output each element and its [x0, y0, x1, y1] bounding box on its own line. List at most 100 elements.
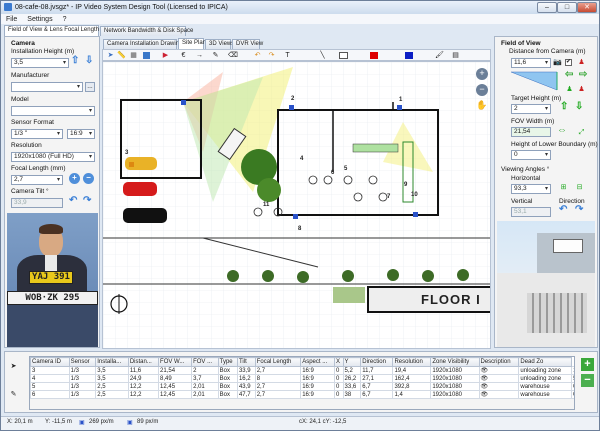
table-cell[interactable]: 1,4 — [392, 390, 432, 399]
camera-marker[interactable] — [289, 105, 294, 110]
table-cell[interactable]: 47,7 — [236, 390, 256, 399]
arrow-down-icon[interactable]: ⇩ — [85, 55, 93, 66]
table-cell[interactable]: 16:9 — [300, 382, 336, 391]
table-cell[interactable]: Box — [217, 382, 238, 391]
target-height-field[interactable]: 2 — [511, 104, 551, 114]
col-tilt[interactable]: Tilt — [236, 357, 256, 367]
table-cell[interactable]: 0,11 — [571, 390, 574, 399]
line-icon[interactable]: ╲ — [318, 51, 327, 60]
table-cell[interactable]: 0 — [334, 374, 344, 383]
table-cell[interactable]: 12,2 — [127, 382, 160, 391]
color-swatch-blue-icon[interactable] — [405, 52, 413, 59]
tab-dvr-view[interactable]: DVR View — [232, 39, 263, 49]
minimize-button[interactable]: – — [537, 2, 557, 13]
table-cell[interactable]: 33,6 — [342, 382, 362, 391]
table-cell[interactable]: 2,7 — [254, 390, 302, 399]
col-description[interactable]: Description — [478, 357, 520, 367]
select-icon[interactable]: ➤ — [106, 51, 115, 60]
table-cell[interactable]: 16:9 — [300, 374, 336, 383]
arrow-up-icon[interactable]: ⇧ — [560, 101, 568, 112]
table-cell[interactable]: 1/3 — [68, 382, 97, 391]
col-x[interactable]: Y — [342, 357, 362, 367]
camera-marker[interactable] — [181, 100, 186, 105]
table-cell[interactable]: 1/3 — [68, 374, 97, 383]
table-cell[interactable]: 1920x1080 — [430, 390, 480, 399]
table-cell[interactable]: 2,01 — [191, 382, 219, 391]
table-cell[interactable]: unloading zone — [518, 366, 573, 375]
arrow-right-icon[interactable]: ⇨ — [579, 69, 587, 80]
color-swatch-red-icon[interactable] — [370, 52, 378, 59]
shape-icon[interactable] — [143, 52, 150, 59]
table-cell[interactable]: 4 — [30, 374, 70, 383]
horizontal-angle-field[interactable]: 93,3 — [511, 184, 551, 194]
menu-help[interactable]: ? — [63, 16, 67, 23]
model-dropdown[interactable] — [11, 106, 95, 116]
tab-camera-installation-drawing[interactable]: Camera Installation Drawing — [103, 39, 182, 49]
table-cell[interactable]: 1/3 — [68, 366, 97, 375]
table-cell[interactable]: 0 — [334, 390, 344, 399]
camera-tilt-field[interactable]: 33,9 — [11, 198, 63, 208]
redo-icon[interactable]: ↷ — [267, 51, 276, 60]
table-cell[interactable]: 38 — [342, 390, 362, 399]
fov-width-field[interactable]: 21,54 — [511, 127, 551, 137]
tab-network-bandwidth[interactable]: Network Bandwidth & Disk Space — [100, 26, 193, 36]
col-distance[interactable]: Distan... — [127, 357, 160, 367]
col-focal-length[interactable]: Focal Length — [254, 357, 302, 367]
ruler-icon[interactable]: 📏 — [117, 51, 126, 60]
table-cell[interactable]: 👁 — [478, 374, 520, 383]
table-cell[interactable]: 👁 — [478, 382, 520, 391]
color-swatch-icon[interactable] — [339, 52, 348, 59]
table-cell[interactable]: 2,7 — [254, 382, 302, 391]
table-cell[interactable]: 3,7 — [191, 374, 219, 383]
table-cell[interactable]: 16:9 — [300, 366, 336, 375]
table-cell[interactable]: 👁 — [478, 366, 520, 375]
expand-grid-icon[interactable]: ⊞ — [559, 183, 568, 192]
arrow-right-icon[interactable]: → — [195, 51, 204, 60]
rotate-left-icon[interactable]: ↶ — [69, 195, 77, 206]
table-cell[interactable]: 162,4 — [392, 374, 432, 383]
eraser-icon[interactable]: ⌫ — [228, 51, 238, 60]
camera-marker[interactable] — [129, 162, 134, 167]
site-plan-canvas[interactable]: 1 2 3 4 5 6 7 8 9 10 11 FLOOR I + − ✋ — [102, 61, 491, 349]
arrow-up-icon[interactable]: ⇧ — [71, 55, 79, 66]
arrow-left-right-icon[interactable]: ⇔ — [557, 125, 567, 136]
table-cell[interactable]: 392,8 — [392, 382, 432, 391]
aspect-ratio-dropdown[interactable]: 16:9 — [67, 129, 95, 139]
install-height-field[interactable]: 3,5 — [11, 58, 69, 68]
tab-3d-views[interactable]: 3D Views — [205, 39, 234, 49]
zoom-out-icon[interactable]: − — [476, 84, 488, 96]
zoom-in-icon[interactable]: + — [476, 68, 488, 80]
table-cell[interactable]: 12,2 — [127, 390, 160, 399]
table-row[interactable]: 3 1/3 3,5 11,6 21,54 2 Box 33,9 2,7 16:9 0 5,2 11,7 1… — [30, 366, 574, 375]
table-cell[interactable]: 6,7 — [360, 382, 394, 391]
table-cell[interactable]: 5,1 — [571, 374, 574, 383]
text-icon[interactable]: T — [283, 51, 292, 60]
table-cell[interactable]: warehouse — [518, 382, 573, 391]
table-cell[interactable]: 33,9 — [236, 366, 256, 375]
arrow-left-icon[interactable]: ⇦ — [565, 69, 573, 80]
table-cell[interactable]: 26,2 — [342, 374, 362, 383]
table-cell[interactable]: 11,7 — [360, 366, 394, 375]
grid-icon[interactable]: ▦ — [129, 51, 138, 60]
table-cell[interactable]: unloading zone — [518, 374, 573, 383]
camera-tool-icon[interactable]: ▶ — [161, 51, 170, 60]
arrow-down-icon[interactable]: ⇩ — [575, 101, 583, 112]
camera-marker[interactable] — [293, 214, 298, 219]
rotate-left-icon[interactable]: ↶ — [559, 204, 567, 215]
maximize-button[interactable]: □ — [557, 2, 577, 13]
table-cell[interactable]: 1,98 — [571, 366, 574, 375]
table-cell[interactable]: 2,5 — [95, 382, 129, 391]
measure-tool-icon[interactable]: ✎ — [9, 390, 18, 399]
table-cell[interactable]: 0 — [334, 382, 344, 391]
undo-icon[interactable]: ↶ — [253, 51, 262, 60]
table-row[interactable]: 6 1/3 2,5 12,2 12,45 2,01 Box 47,7 2,7 16:9 0 38 6,7… — [30, 390, 574, 399]
table-cell[interactable]: 5 — [30, 382, 70, 391]
remove-camera-button[interactable]: − — [581, 374, 594, 387]
tab-site-plan[interactable]: Site Plan — [178, 38, 206, 49]
close-button[interactable]: ✕ — [577, 2, 597, 13]
table-cell[interactable]: 21,54 — [158, 366, 193, 375]
rotate-right-icon[interactable]: ↷ — [83, 195, 91, 206]
table-cell[interactable]: 2,7 — [254, 366, 302, 375]
table-cell[interactable]: 16:9 — [300, 390, 336, 399]
table-cell[interactable]: Box — [217, 366, 238, 375]
